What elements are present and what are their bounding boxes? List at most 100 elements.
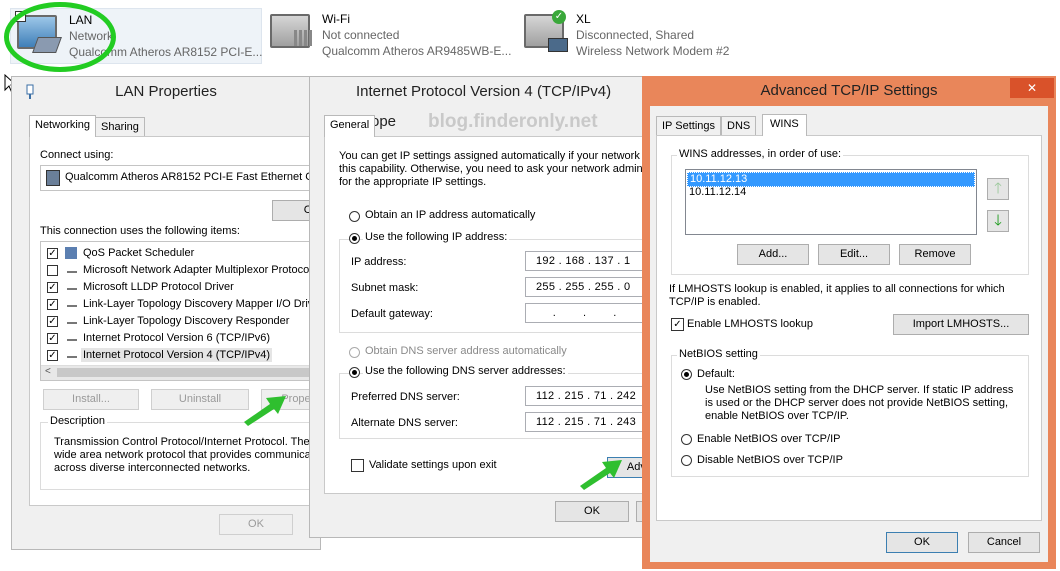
window-title: Internet Protocol Version 4 (TCP/IPv4) P… <box>356 83 612 130</box>
tab-sharing[interactable]: Sharing <box>95 117 145 137</box>
adapter-field: Qualcomm Atheros AR8152 PCI-E Fast Ether… <box>40 165 332 191</box>
subnet-mask-field[interactable]: 255 . 255 . 255 . 0 <box>525 277 653 297</box>
alternate-dns-field[interactable]: 112 . 215 . 71 . 243 <box>525 412 653 432</box>
protocol-icon <box>67 271 77 273</box>
watermark: blog.finderonly.net <box>428 111 598 132</box>
component-icon <box>65 247 77 259</box>
item-label: Link-Layer Topology Discovery Responder <box>83 315 290 327</box>
horizontal-scrollbar[interactable]: < <box>41 365 331 380</box>
description-line: Transmission Control Protocol/Internet P… <box>54 436 319 448</box>
wins-address: 10.11.12.14 <box>689 186 747 198</box>
list-item[interactable]: ✓ QoS Packet Scheduler <box>41 245 331 262</box>
window-title: Advanced TCP/IP Settings <box>760 82 938 99</box>
tab-general[interactable]: General <box>324 115 376 137</box>
netbios-default-label: Default: <box>697 368 735 380</box>
signal-bars-icon <box>294 30 314 46</box>
list-item-selected[interactable]: ✓ Internet Protocol Version 4 (TCP/IPv4) <box>41 347 331 364</box>
scroll-thumb[interactable] <box>57 368 327 377</box>
use-following-ip-radio[interactable] <box>349 233 360 244</box>
adapter-xl[interactable]: ✓ XL Disconnected, Shared Wireless Netwo… <box>518 8 768 62</box>
ok-button[interactable]: OK <box>555 501 629 522</box>
item-checkbox[interactable] <box>47 265 58 276</box>
obtain-dns-auto-radio[interactable] <box>349 347 360 358</box>
items-label: This connection uses the following items… <box>40 225 240 237</box>
adapter-wifi[interactable]: Wi-Fi Not connected Qualcomm Atheros AR9… <box>264 8 514 62</box>
list-item[interactable]: ✓ Link-Layer Topology Discovery Responde… <box>41 313 331 330</box>
wins-addresses-label: WINS addresses, in order of use: <box>677 148 844 160</box>
wins-panel: WINS addresses, in order of use: 10.11.1… <box>656 135 1042 521</box>
use-following-dns-radio[interactable] <box>349 367 360 378</box>
protocol-icon <box>67 322 77 324</box>
move-down-button[interactable]: 🡓 <box>987 210 1009 232</box>
networking-panel: Connect using: Qualcomm Atheros AR8152 P… <box>29 136 335 506</box>
connect-using-label: Connect using: <box>40 149 114 161</box>
item-label: QoS Packet Scheduler <box>83 247 195 259</box>
item-checkbox[interactable]: ✓ <box>47 316 58 327</box>
item-label: Link-Layer Topology Discovery Mapper I/O… <box>83 298 314 310</box>
cancel-button[interactable]: Cancel <box>968 532 1040 553</box>
tab-dns[interactable]: DNS <box>721 116 757 136</box>
close-icon[interactable]: ✕ <box>1010 78 1054 98</box>
item-checkbox[interactable]: ✓ <box>47 282 58 293</box>
add-button[interactable]: Add... <box>737 244 809 265</box>
wins-list: 10.11.12.13 10.11.12.14 <box>685 169 977 235</box>
use-following-ip-label: Use the following IP address: <box>363 231 510 243</box>
item-checkbox[interactable]: ✓ <box>47 350 58 361</box>
install-button[interactable]: Install... <box>43 389 139 410</box>
list-item[interactable]: Microsoft Network Adapter Multiplexor Pr… <box>41 262 331 279</box>
adapter-status: Not connected <box>322 28 400 42</box>
lmhosts-note-line: TCP/IP is enabled. <box>669 296 761 308</box>
netbios-default-desc: Use NetBIOS setting from the DHCP server… <box>705 384 1014 396</box>
uninstall-button[interactable]: Uninstall <box>151 389 249 410</box>
description-line: across diverse interconnected networks. <box>54 462 251 474</box>
preferred-dns-field[interactable]: 112 . 215 . 71 . 242 <box>525 386 653 406</box>
remove-button[interactable]: Remove <box>899 244 971 265</box>
lan-properties-window: LAN Properties Networking Sharing Connec… <box>11 76 335 550</box>
item-checkbox[interactable]: ✓ <box>47 333 58 344</box>
use-following-dns-label: Use the following DNS server addresses: <box>363 365 568 377</box>
enable-lmhosts-checkbox[interactable]: ✓ <box>671 318 684 331</box>
list-item[interactable]: ✓ Link-Layer Topology Discovery Mapper I… <box>41 296 331 313</box>
adapter-name: Wi-Fi <box>322 12 350 26</box>
enable-netbios-label: Enable NetBIOS over TCP/IP <box>697 433 841 445</box>
obtain-ip-auto-radio[interactable] <box>349 211 360 222</box>
green-arrow-icon <box>580 460 622 490</box>
enable-lmhosts-label: Enable LMHOSTS lookup <box>687 318 813 330</box>
disable-netbios-radio[interactable] <box>681 455 692 466</box>
default-gateway-label: Default gateway: <box>351 308 433 320</box>
advanced-body: IP Settings DNS WINS WINS addresses, in … <box>650 106 1048 562</box>
item-checkbox[interactable]: ✓ <box>47 299 58 310</box>
protocol-icon <box>67 356 77 358</box>
netbios-default-radio[interactable] <box>681 369 692 380</box>
import-lmhosts-button[interactable]: Import LMHOSTS... <box>893 314 1029 335</box>
scroll-left-icon[interactable]: < <box>45 366 51 377</box>
tab-networking[interactable]: Networking <box>29 115 97 137</box>
general-panel: You can get IP settings assigned automat… <box>324 136 659 494</box>
adapter-device: Wireless Network Modem #2 <box>576 44 730 58</box>
tab-ip-settings[interactable]: IP Settings <box>656 116 721 136</box>
list-item[interactable]: 10.11.12.14 <box>687 186 973 199</box>
ok-button[interactable]: OK <box>886 532 958 553</box>
items-list: ✓ QoS Packet Scheduler Microsoft Network… <box>40 241 332 381</box>
protocol-icon <box>67 339 77 341</box>
enable-netbios-radio[interactable] <box>681 434 692 445</box>
lmhosts-note-line: If LMHOSTS lookup is enabled, it applies… <box>669 283 1005 295</box>
ip-address-field[interactable]: 192 . 168 . 137 . 1 <box>525 251 653 271</box>
alternate-dns-label: Alternate DNS server: <box>351 417 458 429</box>
default-gateway-field[interactable]: . . . <box>525 303 653 323</box>
edit-button[interactable]: Edit... <box>818 244 890 265</box>
ok-button[interactable]: OK <box>219 514 293 535</box>
intro-line: You can get IP settings assigned automat… <box>339 150 649 162</box>
item-label: Microsoft Network Adapter Multiplexor Pr… <box>83 264 312 276</box>
protocol-icon <box>67 288 77 290</box>
item-checkbox[interactable]: ✓ <box>47 248 58 259</box>
list-item[interactable]: ✓ Microsoft LLDP Protocol Driver <box>41 279 331 296</box>
tab-wins[interactable]: WINS <box>762 114 807 136</box>
list-item-selected[interactable]: 10.11.12.13 <box>687 172 975 187</box>
move-up-button[interactable]: 🡑 <box>987 178 1009 200</box>
nic-icon <box>46 170 60 186</box>
list-item[interactable]: ✓ Internet Protocol Version 6 (TCP/IPv6) <box>41 330 331 347</box>
window-title: LAN Properties <box>115 83 217 100</box>
description-line: wide area network protocol that provides… <box>54 449 323 461</box>
validate-checkbox[interactable] <box>351 459 364 472</box>
